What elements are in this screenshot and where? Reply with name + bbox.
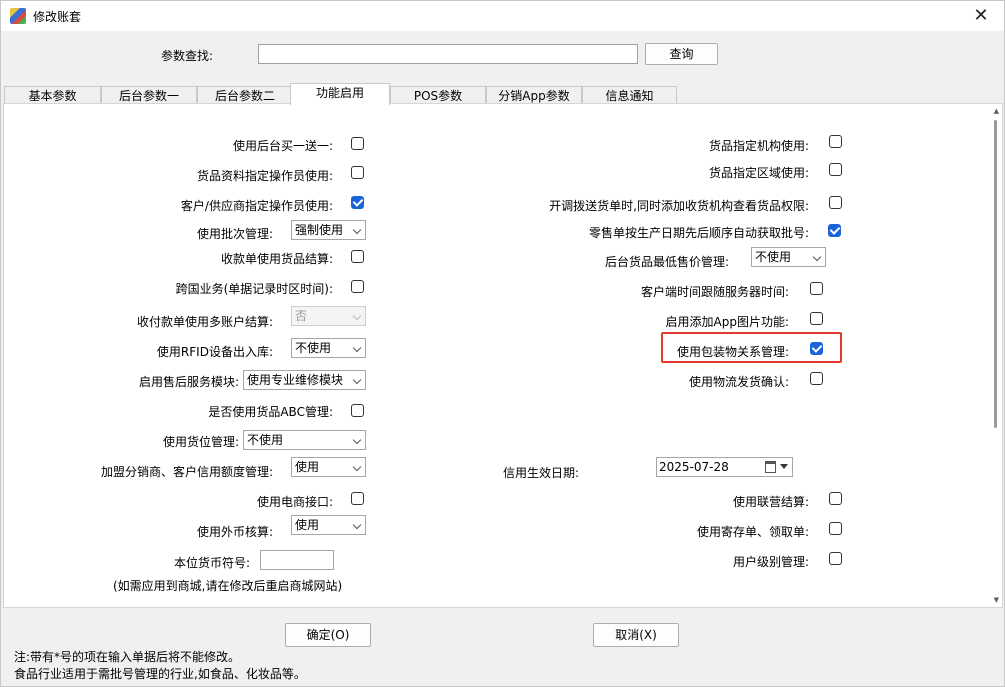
window-title: 修改账套 [33, 10, 82, 24]
after-sales-select[interactable]: 使用专业维修模块 [243, 370, 366, 390]
location-select[interactable]: 不使用 [243, 430, 366, 450]
scroll-up-icon[interactable]: ▲ [994, 107, 999, 115]
ok-button[interactable]: 确定(O) [285, 623, 371, 647]
cross-border-checkbox[interactable] [351, 280, 364, 293]
client-time-label: 客户端时间跟随服务器时间: [640, 285, 789, 299]
chevron-down-icon [352, 311, 362, 321]
currency-symbol-label: 本位货币符号: [173, 556, 250, 570]
scroll-thumb[interactable] [994, 120, 997, 428]
logistics-label: 使用物流发货确认: [688, 375, 789, 389]
transfer-permission-label: 开调拨送货单时,同时添加收货机构查看货品权限: [549, 199, 809, 213]
goods-operator-label: 货品资料指定操作员使用: [196, 169, 333, 183]
min-price-value: 不使用 [755, 250, 792, 264]
goods-org-checkbox[interactable] [829, 135, 842, 148]
settings-panel: ▲ ▼ [3, 103, 1003, 608]
note-text-1: 注:带有*号的项在输入单据后将不能修改。 [14, 650, 241, 664]
dialog-window: 修改账套 ✕ 参数查找: 查询 基本参数 后台参数一 后台参数二 功能启用 PO… [0, 0, 1005, 687]
multi-account-label: 收付款单使用多账户结算: [136, 315, 273, 329]
user-level-checkbox[interactable] [829, 552, 842, 565]
packaging-label: 使用包装物关系管理: [676, 345, 789, 359]
chevron-down-icon[interactable] [780, 464, 788, 469]
credit-date-label: 信用生效日期: [502, 466, 579, 480]
abc-checkbox[interactable] [351, 404, 364, 417]
chevron-down-icon [812, 252, 822, 262]
goods-region-label: 货品指定区域使用: [708, 166, 809, 180]
chevron-down-icon [352, 375, 362, 385]
batch-mgmt-value: 强制使用 [295, 223, 344, 237]
app-images-label: 启用添加App图片功能: [665, 315, 790, 329]
retail-batch-label: 零售单按生产日期先后顺序自动获取批号: [588, 226, 809, 240]
tab-bar: 基本参数 后台参数一 后台参数二 功能启用 POS参数 分销App参数 信息通知 [4, 83, 684, 105]
packaging-checkbox[interactable] [810, 342, 823, 355]
rfid-label: 使用RFID设备出入库: [156, 345, 273, 359]
currency-symbol-input[interactable] [260, 550, 334, 570]
note-text-2: 食品行业适用于需批号管理的行业,如食品、化妆品等。 [14, 667, 306, 681]
credit-limit-select[interactable]: 使用 [291, 457, 366, 477]
ecommerce-label: 使用电商接口: [256, 495, 333, 509]
query-button[interactable]: 查询 [645, 43, 718, 65]
multi-account-value: 否 [295, 309, 308, 323]
foreign-currency-select[interactable]: 使用 [291, 515, 366, 535]
deposit-checkbox[interactable] [829, 522, 842, 535]
retail-batch-checkbox[interactable] [828, 224, 841, 237]
cancel-button[interactable]: 取消(X) [593, 623, 679, 647]
goods-region-checkbox[interactable] [829, 163, 842, 176]
batch-mgmt-select[interactable]: 强制使用 [291, 220, 366, 240]
currency-note: (如需应用到商城,请在修改后重启商城网站) [113, 579, 343, 593]
chevron-down-icon [352, 435, 362, 445]
foreign-currency-label: 使用外币核算: [196, 525, 273, 539]
calendar-icon[interactable] [765, 461, 776, 473]
chevron-down-icon [352, 520, 362, 530]
after-sales-value: 使用专业维修模块 [247, 373, 344, 387]
location-label: 使用货位管理: [162, 435, 239, 449]
tab-features[interactable]: 功能启用 [290, 83, 390, 105]
multi-account-select: 否 [291, 306, 366, 326]
client-time-checkbox[interactable] [810, 282, 823, 295]
customer-operator-label: 客户/供应商指定操作员使用: [180, 199, 333, 213]
cross-border-label: 跨国业务(单据记录时区时间): [175, 282, 333, 296]
receipt-settle-checkbox[interactable] [351, 250, 364, 263]
foreign-currency-value: 使用 [295, 518, 320, 532]
deposit-label: 使用寄存单、领取单: [696, 525, 809, 539]
title-bar: 修改账套 ✕ [1, 1, 1004, 31]
batch-mgmt-label: 使用批次管理: [196, 227, 273, 241]
app-images-checkbox[interactable] [810, 312, 823, 325]
abc-label: 是否使用货品ABC管理: [208, 405, 333, 419]
scroll-down-icon[interactable]: ▼ [994, 596, 999, 604]
ecommerce-checkbox[interactable] [351, 492, 364, 505]
receipt-settle-label: 收款单使用货品结算: [220, 252, 333, 266]
chevron-down-icon [352, 343, 362, 353]
app-icon [10, 8, 26, 24]
rfid-value: 不使用 [295, 341, 332, 355]
after-sales-label: 启用售后服务模块: [138, 375, 239, 389]
goods-org-label: 货品指定机构使用: [708, 139, 809, 153]
buy-one-get-one-label: 使用后台买一送一: [232, 139, 333, 153]
goods-operator-checkbox[interactable] [351, 166, 364, 179]
user-level-label: 用户级别管理: [732, 555, 809, 569]
search-label: 参数查找: [161, 49, 214, 63]
credit-limit-value: 使用 [295, 460, 320, 474]
credit-date-picker[interactable]: 2025-07-28 [656, 457, 793, 477]
customer-operator-checkbox[interactable] [351, 196, 364, 209]
chevron-down-icon [352, 225, 362, 235]
credit-limit-label: 加盟分销商、客户信用额度管理: [100, 465, 273, 479]
location-value: 不使用 [247, 433, 284, 447]
search-input[interactable] [258, 44, 638, 64]
min-price-select[interactable]: 不使用 [751, 247, 826, 267]
buy-one-get-one-checkbox[interactable] [351, 137, 364, 150]
chevron-down-icon [352, 462, 362, 472]
min-price-label: 后台货品最低售价管理: [604, 255, 729, 269]
vertical-scrollbar[interactable]: ▲ ▼ [986, 104, 1002, 607]
logistics-checkbox[interactable] [810, 372, 823, 385]
credit-date-value: 2025-07-28 [659, 460, 729, 474]
close-button[interactable]: ✕ [958, 1, 1004, 31]
transfer-permission-checkbox[interactable] [829, 196, 842, 209]
rfid-select[interactable]: 不使用 [291, 338, 366, 358]
joint-settle-checkbox[interactable] [829, 492, 842, 505]
joint-settle-label: 使用联营结算: [732, 495, 809, 509]
